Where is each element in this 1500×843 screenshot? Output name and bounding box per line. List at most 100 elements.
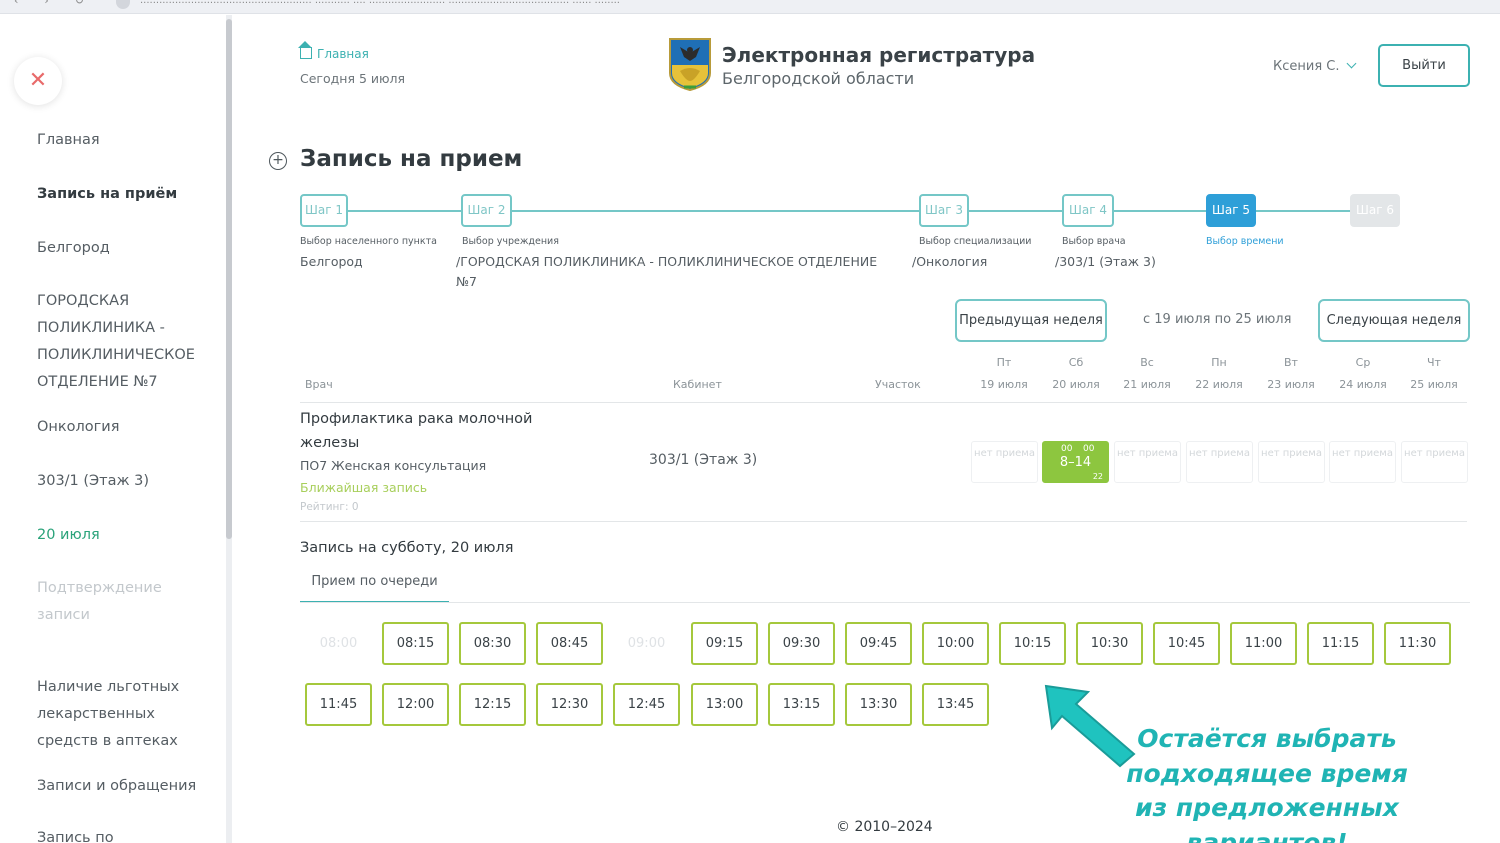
footer-copyright: © 2010–2024 xyxy=(836,819,933,835)
sidebar-item-appointment[interactable]: Запись на приём xyxy=(37,181,212,208)
site-title: Электронная регистратура xyxy=(722,43,1036,67)
scrollbar-thumb[interactable] xyxy=(226,19,232,539)
close-icon: ✕ xyxy=(28,68,48,93)
home-icon xyxy=(298,41,312,59)
time-slot-button[interactable]: 13:15 xyxy=(768,683,835,726)
week-range: с 19 июля по 25 июля xyxy=(1143,312,1292,327)
step-4[interactable]: Шаг 4 xyxy=(1062,194,1114,227)
step-5[interactable]: Шаг 5 xyxy=(1206,194,1256,227)
nearest-appointment-link[interactable]: Ближайшая запись xyxy=(300,480,427,495)
day-cell-unavailable: нет приема xyxy=(1186,441,1253,483)
sidebar-item-more[interactable]: Запись по xyxy=(37,825,212,843)
sidebar-item-specialty[interactable]: Онкология xyxy=(37,414,212,441)
prev-week-button[interactable]: Предыдущая неделя xyxy=(955,299,1107,342)
time-slot-button[interactable]: 10:45 xyxy=(1153,622,1220,665)
step-1-caption: Выбор населенного пункта xyxy=(300,236,437,247)
region-emblem-icon xyxy=(669,38,711,91)
time-slot-button[interactable]: 12:15 xyxy=(459,683,526,726)
time-slot-button[interactable]: 13:30 xyxy=(845,683,912,726)
time-slot-button[interactable]: 12:45 xyxy=(613,683,680,726)
time-slot-button[interactable]: 11:00 xyxy=(1230,622,1297,665)
sidebar-item-clinic[interactable]: ГОРОДСКАЯ ПОЛИКЛИНИКА - ПОЛИКЛИНИЧЕСКОЕ … xyxy=(37,288,212,396)
day-dow: Вт xyxy=(1284,356,1298,369)
address-bar[interactable]: ........................................… xyxy=(140,0,620,6)
time-slot-button[interactable]: 09:45 xyxy=(845,622,912,665)
next-week-button[interactable]: Следующая неделя xyxy=(1318,299,1470,342)
time-slot-button[interactable]: 08:45 xyxy=(536,622,603,665)
step-2[interactable]: Шаг 2 xyxy=(461,194,512,227)
doctor-name[interactable]: Профилактика рака молочной железы xyxy=(300,407,550,455)
time-slot-button[interactable]: 11:45 xyxy=(305,683,372,726)
time-slot-button[interactable]: 08:15 xyxy=(382,622,449,665)
tab-queue[interactable]: Прием по очереди xyxy=(300,567,449,603)
doctor-department: ПО7 Женская консультация xyxy=(300,458,487,473)
step-connector xyxy=(347,210,461,212)
time-slot-button[interactable]: 10:15 xyxy=(999,622,1066,665)
annotation-text: Остаётся выбрать подходящее время из пре… xyxy=(1126,724,1408,843)
day-cell-unavailable: нет приема xyxy=(971,441,1038,483)
logout-button[interactable]: Выйти xyxy=(1378,44,1470,87)
step-3[interactable]: Шаг 3 xyxy=(919,194,969,227)
available-from-minutes: 00 xyxy=(1061,444,1073,454)
time-slot-button[interactable]: 09:15 xyxy=(691,622,758,665)
sidebar-item-confirm: Подтверждение записи xyxy=(37,580,162,623)
step-4-value: /303/1 (Этаж 3) xyxy=(1055,254,1156,269)
time-slot-button[interactable]: 13:45 xyxy=(922,683,989,726)
tab-underline xyxy=(300,602,1470,603)
time-slot-button[interactable]: 12:30 xyxy=(536,683,603,726)
day-cell-unavailable: нет приема xyxy=(1114,441,1181,483)
doctor-cabinet: 303/1 (Этаж 3) xyxy=(649,452,758,468)
time-slot-button[interactable]: 11:15 xyxy=(1307,622,1374,665)
day-dow: Сб xyxy=(1068,356,1084,369)
sidebar-item-records[interactable]: Записи и обращения xyxy=(37,773,212,800)
column-header-cabinet: Кабинет xyxy=(673,378,722,391)
step-3-value: /Онкология xyxy=(912,254,988,269)
step-2-caption: Выбор учреждения xyxy=(462,236,559,247)
day-date: 24 июля xyxy=(1339,378,1387,391)
day-date: 21 июля xyxy=(1123,378,1171,391)
site-subtitle: Белгородской области xyxy=(722,69,915,88)
plus-circle-icon: + xyxy=(269,152,287,170)
day-date: 19 июля xyxy=(980,378,1028,391)
step-4-caption: Выбор врача xyxy=(1062,236,1126,247)
day-cell-unavailable: нет приема xyxy=(1401,441,1468,483)
sidebar-item-city[interactable]: Белгород xyxy=(37,235,212,262)
step-1-value: Белгород xyxy=(300,254,363,269)
time-slot-button[interactable]: 11:30 xyxy=(1384,622,1451,665)
today-date: Сегодня 5 июля xyxy=(300,71,406,86)
time-slot-button: 09:00 xyxy=(613,622,680,665)
times-title: Запись на субботу, 20 июля xyxy=(300,540,514,556)
sidebar-scrollbar[interactable] xyxy=(226,15,232,843)
step-connector xyxy=(1256,210,1350,212)
time-slot-button[interactable]: 09:30 xyxy=(768,622,835,665)
day-date: 20 июля xyxy=(1052,378,1100,391)
user-menu[interactable]: Ксения С. xyxy=(1273,58,1356,74)
divider xyxy=(300,402,1467,403)
day-date: 23 июля xyxy=(1267,378,1315,391)
user-name: Ксения С. xyxy=(1273,59,1340,74)
column-header-area: Участок xyxy=(875,378,921,391)
sidebar-item-date[interactable]: 20 июля xyxy=(37,522,212,549)
available-slot-count: 22 xyxy=(1092,472,1103,481)
time-slot-button[interactable]: 08:30 xyxy=(459,622,526,665)
breadcrumb-label: Главная xyxy=(317,47,369,61)
close-button[interactable]: ✕ xyxy=(14,57,62,105)
column-header-doctor: Врач xyxy=(305,378,333,391)
day-cell-unavailable: нет приема xyxy=(1329,441,1396,483)
sidebar-item-doctor[interactable]: 303/1 (Этаж 3) xyxy=(37,468,212,495)
browser-nav-icons[interactable]: ‹›↻ xyxy=(14,0,110,7)
sidebar-item-home[interactable]: Главная xyxy=(37,127,212,154)
sidebar-item-drugs[interactable]: Наличие льготных лекарственных средств в… xyxy=(37,674,212,755)
time-slot-button[interactable]: 12:00 xyxy=(382,683,449,726)
day-date: 22 июля xyxy=(1195,378,1243,391)
doctor-rating: Рейтинг: 0 xyxy=(300,501,359,513)
time-slot-button[interactable]: 13:00 xyxy=(691,683,758,726)
day-cell-available[interactable]: 8–14 00 00 22 xyxy=(1042,441,1109,483)
step-1[interactable]: Шаг 1 xyxy=(300,194,348,227)
time-slot-button[interactable]: 10:00 xyxy=(922,622,989,665)
day-dow: Пн xyxy=(1211,356,1227,369)
time-slot-button[interactable]: 10:30 xyxy=(1076,622,1143,665)
step-connector xyxy=(511,210,919,212)
chevron-down-icon xyxy=(1346,58,1356,69)
breadcrumb-home[interactable]: Главная xyxy=(298,41,369,61)
